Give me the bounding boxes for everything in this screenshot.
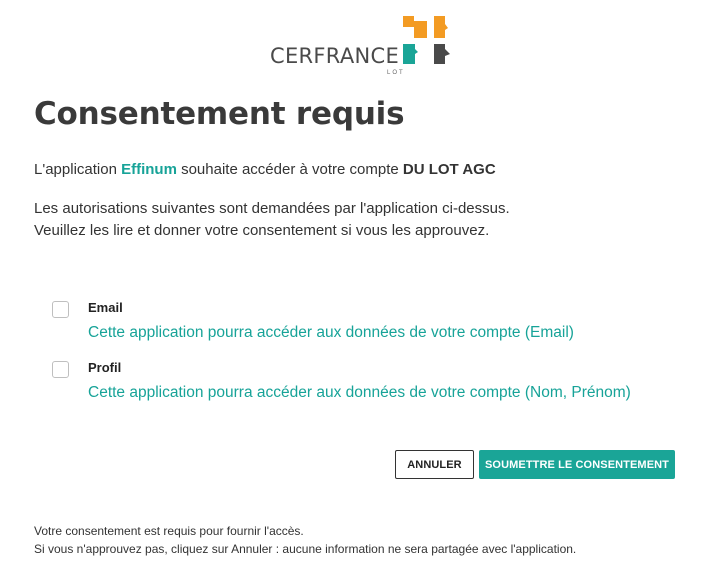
permission-description: Cette application pourra accéder aux don… (88, 384, 631, 401)
footer-text: Votre consentement est requis pour fourn… (34, 522, 576, 558)
footer-line-1: Votre consentement est requis pour fourn… (34, 524, 304, 538)
submit-consent-button[interactable]: SOUMETTRE LE CONSENTEMENT (479, 450, 675, 479)
description-text: Les autorisations suivantes sont demandé… (34, 198, 510, 242)
intro-middle: souhaite accéder à votre compte (176, 161, 403, 178)
logo-brand-text: CERFRANCE (270, 44, 400, 68)
cerfrance-logo: CERFRANCE LOT (270, 16, 460, 78)
intro-text: L'application Effinum souhaite accéder à… (34, 159, 496, 181)
email-checkbox[interactable] (52, 301, 69, 318)
cancel-button[interactable]: ANNULER (395, 450, 474, 479)
logo-mark-icon (403, 16, 450, 64)
footer-line-2: Si vous n'approuvez pas, cliquez sur Ann… (34, 542, 577, 556)
intro-prefix: L'application (34, 161, 122, 178)
logo-sub-text: LOT (387, 70, 405, 76)
permission-description: Cette application pourra accéder aux don… (88, 324, 574, 341)
description-line-1: Les autorisations suivantes sont demandé… (34, 200, 510, 217)
page-title: Consentement requis (34, 96, 405, 132)
account-name: DU LOT AGC (402, 161, 496, 178)
app-name: Effinum (121, 161, 177, 178)
description-line-2: Veuillez les lire et donner votre consen… (34, 222, 490, 239)
permission-title: Email (88, 300, 123, 315)
profil-checkbox[interactable] (52, 361, 69, 378)
permission-title: Profil (88, 360, 122, 375)
